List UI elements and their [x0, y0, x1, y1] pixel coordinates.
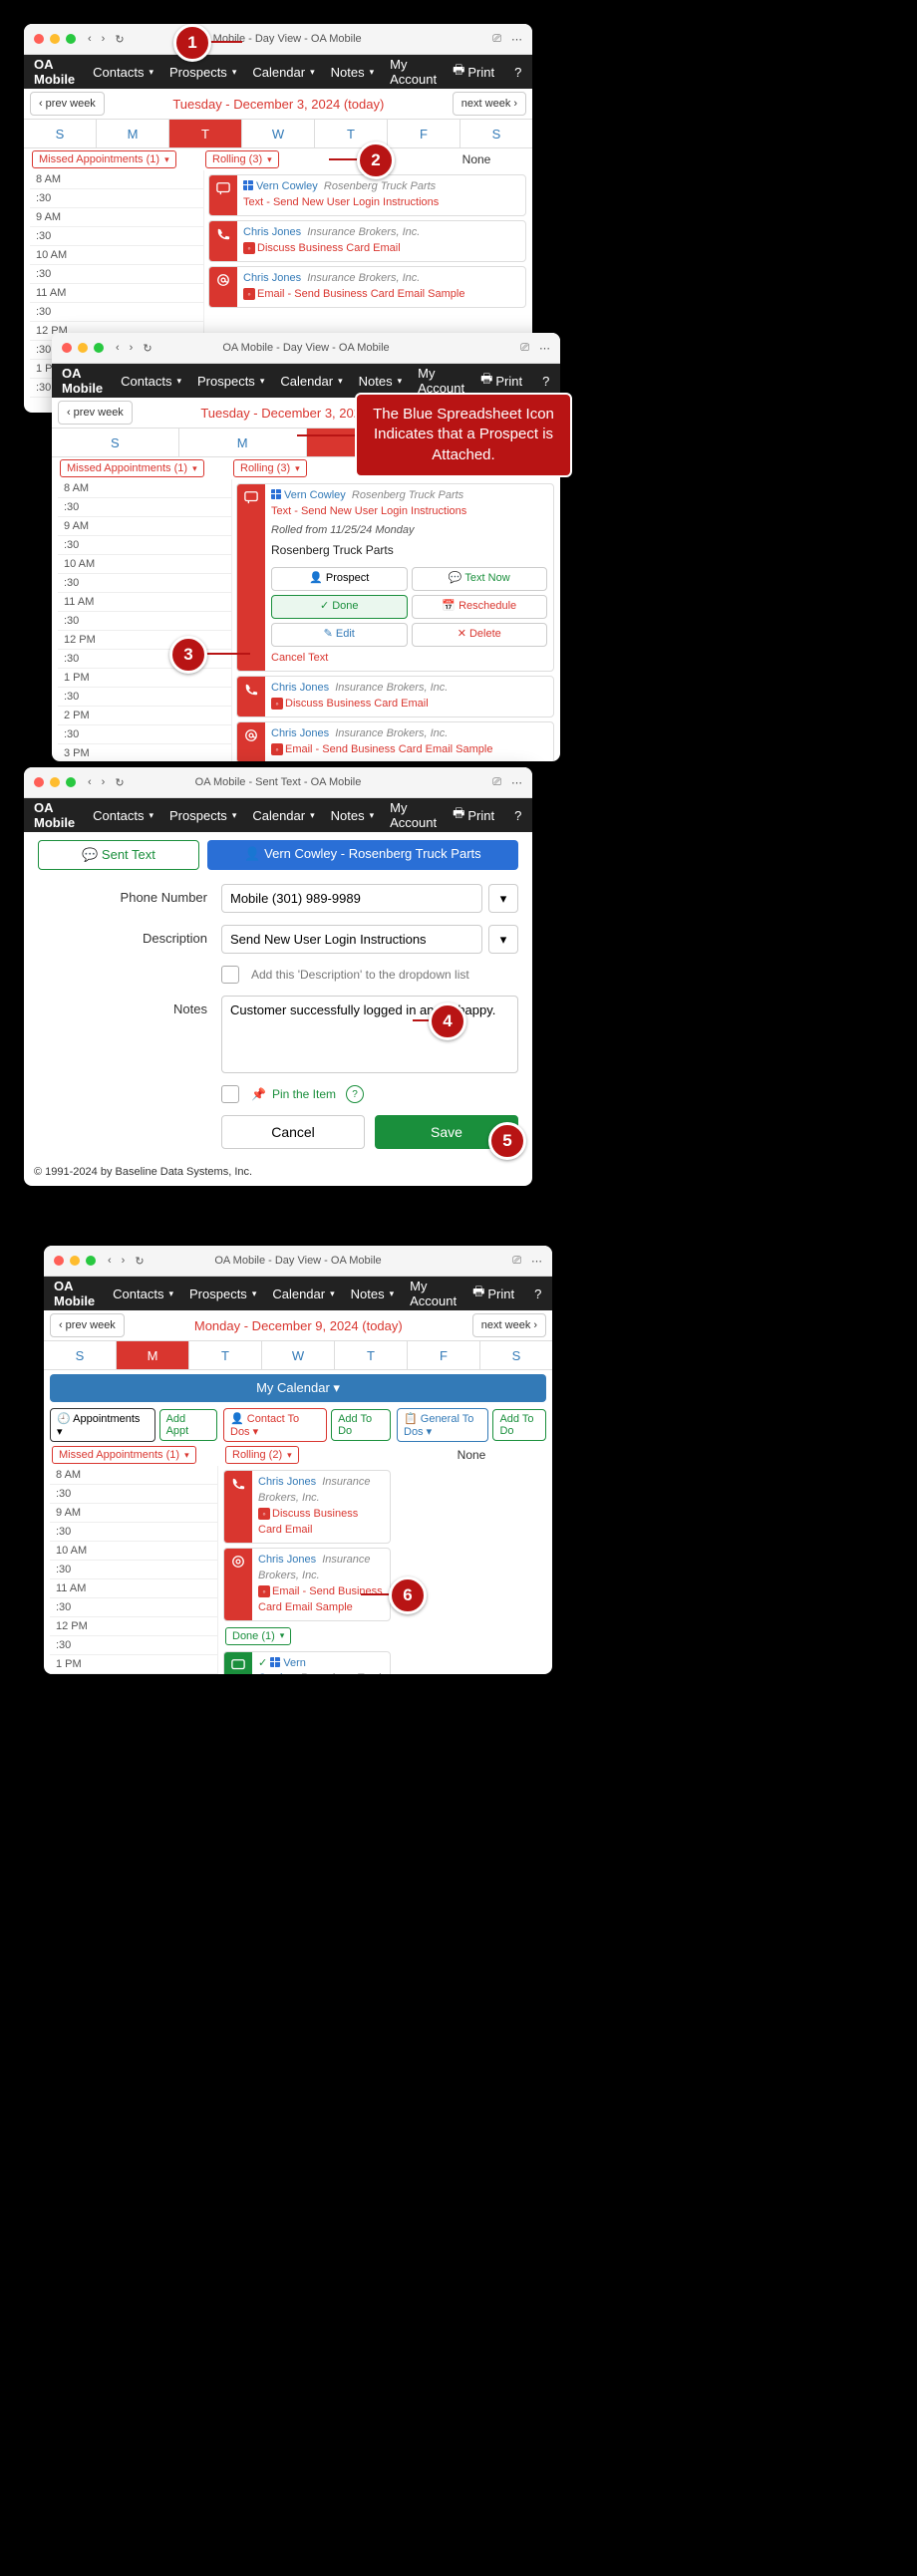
day-sat[interactable]: S	[460, 120, 532, 147]
back-icon[interactable]: ‹	[88, 33, 92, 46]
menu-calendar[interactable]: Calendar	[246, 61, 320, 84]
spreadsheet-icon	[243, 180, 253, 190]
fwd-icon[interactable]: ›	[102, 33, 106, 46]
reload-icon[interactable]: ↻	[115, 33, 124, 46]
todo-card-vern[interactable]: Vern Cowley Rosenberg Truck PartsText - …	[208, 174, 526, 216]
edit-button[interactable]: ✎ Edit	[271, 623, 408, 647]
next-week-button[interactable]: next week ›	[453, 92, 526, 116]
menu-help[interactable]: ?	[508, 61, 527, 84]
date-heading: Tuesday - December 3, 2024 (today)	[111, 97, 447, 112]
priority-icon: ◦	[243, 288, 255, 300]
add-appt-button[interactable]: Add Appt	[159, 1409, 217, 1441]
brand: OA Mobile	[34, 57, 75, 87]
done-button[interactable]: ✓ Done	[271, 595, 408, 619]
phone-label: Phone Number	[38, 884, 221, 905]
marker-4: 4	[429, 1002, 466, 1040]
menu-prospects[interactable]: Prospects	[163, 61, 242, 84]
company-line: Rosenberg Truck Parts	[271, 540, 547, 563]
callout-tooltip: The Blue Spreadsheet Icon Indicates that…	[355, 393, 572, 477]
marker-2: 2	[357, 142, 395, 179]
cancel-button[interactable]: Cancel	[221, 1115, 365, 1149]
phone-dropdown[interactable]: ▾	[488, 884, 518, 913]
add-desc-label: Add this 'Description' to the dropdown l…	[251, 968, 469, 982]
window-title: OA Mobile - Day View - OA Mobile	[194, 33, 361, 45]
menubar: OA Mobile Contacts Prospects Calendar No…	[24, 55, 532, 89]
todo-card-chris-email[interactable]: Chris Jones Insurance Brokers, Inc.◦Emai…	[208, 266, 526, 308]
notes-label: Notes	[38, 996, 221, 1016]
text-icon	[224, 1652, 252, 1675]
menu-contacts[interactable]: Contacts	[87, 61, 159, 84]
contact-todos-dropdown[interactable]: 👤 Contact To Dos ▾	[223, 1408, 327, 1442]
desc-label: Description	[38, 925, 221, 946]
prev-week-button[interactable]: ‹ prev week	[58, 401, 133, 425]
help-icon[interactable]: ?	[346, 1085, 364, 1103]
priority-icon: ◦	[243, 242, 255, 254]
phone-field[interactable]: Mobile (301) 989-9989	[221, 884, 482, 913]
day-wed[interactable]: W	[242, 120, 315, 147]
my-calendar-dropdown[interactable]: My Calendar ▾	[50, 1374, 546, 1402]
sent-text-tab[interactable]: 💬 Sent Text	[38, 840, 199, 870]
pin-checkbox[interactable]	[221, 1085, 239, 1103]
menu-notes[interactable]: Notes	[325, 61, 381, 84]
cancel-text-link[interactable]: Cancel Text	[271, 651, 547, 667]
marker-3: 3	[169, 636, 207, 674]
desc-field[interactable]: Send New User Login Instructions	[221, 925, 482, 954]
add-todo-button[interactable]: Add To Do	[331, 1409, 391, 1441]
none-label: None	[427, 148, 526, 170]
todo-card-vern-expanded[interactable]: Vern Cowley Rosenberg Truck Parts Text -…	[236, 483, 554, 672]
marker-6: 6	[389, 1576, 427, 1614]
delete-button[interactable]: ✕ Delete	[412, 623, 548, 647]
spreadsheet-icon	[271, 489, 281, 499]
prev-week-button[interactable]: ‹ prev week	[30, 92, 105, 116]
text-icon	[209, 175, 237, 215]
day-sun[interactable]: S	[24, 120, 97, 147]
day-fri[interactable]: F	[388, 120, 460, 147]
marker-1: 1	[173, 24, 211, 62]
window-title: OA Mobile - Day View - OA Mobile	[222, 342, 389, 354]
done-header[interactable]: Done (1)	[225, 1627, 291, 1645]
task-link[interactable]: Text - Send New User Login Instructions	[243, 196, 439, 208]
task-link[interactable]: Discuss Business Card Email	[257, 242, 401, 254]
reschedule-button[interactable]: 📅 Reschedule	[412, 595, 548, 619]
todo-card-chris-email[interactable]: Chris Jones Insurance Brokers, Inc.◦Emai…	[236, 721, 554, 761]
add-todo-button[interactable]: Add To Do	[492, 1409, 546, 1441]
missed-header[interactable]: Missed Appointments (1)	[32, 150, 176, 168]
menu-print[interactable]: 🖶 Print	[447, 57, 500, 87]
footer: © 1991-2024 by Baseline Data Systems, In…	[34, 1166, 252, 1178]
textnow-button[interactable]: 💬 Text Now	[412, 567, 548, 591]
day-tue[interactable]: T	[169, 120, 242, 147]
window-title: OA Mobile - Sent Text - OA Mobile	[195, 776, 362, 788]
person-button[interactable]: 👤 Vern Cowley - Rosenberg Truck Parts	[207, 840, 518, 870]
appointments-dropdown[interactable]: 🕘 Appointments ▾	[50, 1408, 155, 1442]
notes-field[interactable]: Customer successfully logged in and is h…	[221, 996, 518, 1073]
more-icon[interactable]: ⋯	[511, 33, 522, 46]
task-link[interactable]: Email - Send Business Card Email Sample	[257, 288, 464, 300]
spreadsheet-icon	[270, 1657, 280, 1667]
rolled-from: Rolled from 11/25/24 Monday	[271, 520, 547, 540]
prospect-button[interactable]: 👤 Prospect	[271, 567, 408, 591]
text-icon	[237, 484, 265, 671]
cast-icon[interactable]: ⎚	[492, 33, 501, 46]
check-icon: ✓	[258, 1657, 267, 1669]
pin-label: Pin the Item	[272, 1087, 336, 1101]
marker-5: 5	[488, 1122, 526, 1160]
rolling-header[interactable]: Rolling (3)	[205, 150, 279, 168]
general-todos-dropdown[interactable]: 📋 General To Dos ▾	[397, 1408, 488, 1442]
phone-icon	[209, 221, 237, 261]
todo-card-chris-call[interactable]: Chris Jones Insurance Brokers, Inc.◦Disc…	[208, 220, 526, 262]
todo-card-vern-done[interactable]: ✓ Vern Cowley Rosenberg Truck Parts✎Sent…	[223, 1651, 391, 1675]
at-icon	[209, 267, 237, 307]
desc-dropdown[interactable]: ▾	[488, 925, 518, 954]
menu-myaccount[interactable]: My Account	[384, 53, 443, 91]
todo-card-chris-call[interactable]: Chris Jones Insurance Brokers, Inc.◦Disc…	[236, 676, 554, 717]
day-mon[interactable]: M	[97, 120, 169, 147]
add-desc-checkbox[interactable]	[221, 966, 239, 984]
day-tabs: S M T W T F S	[24, 120, 532, 148]
